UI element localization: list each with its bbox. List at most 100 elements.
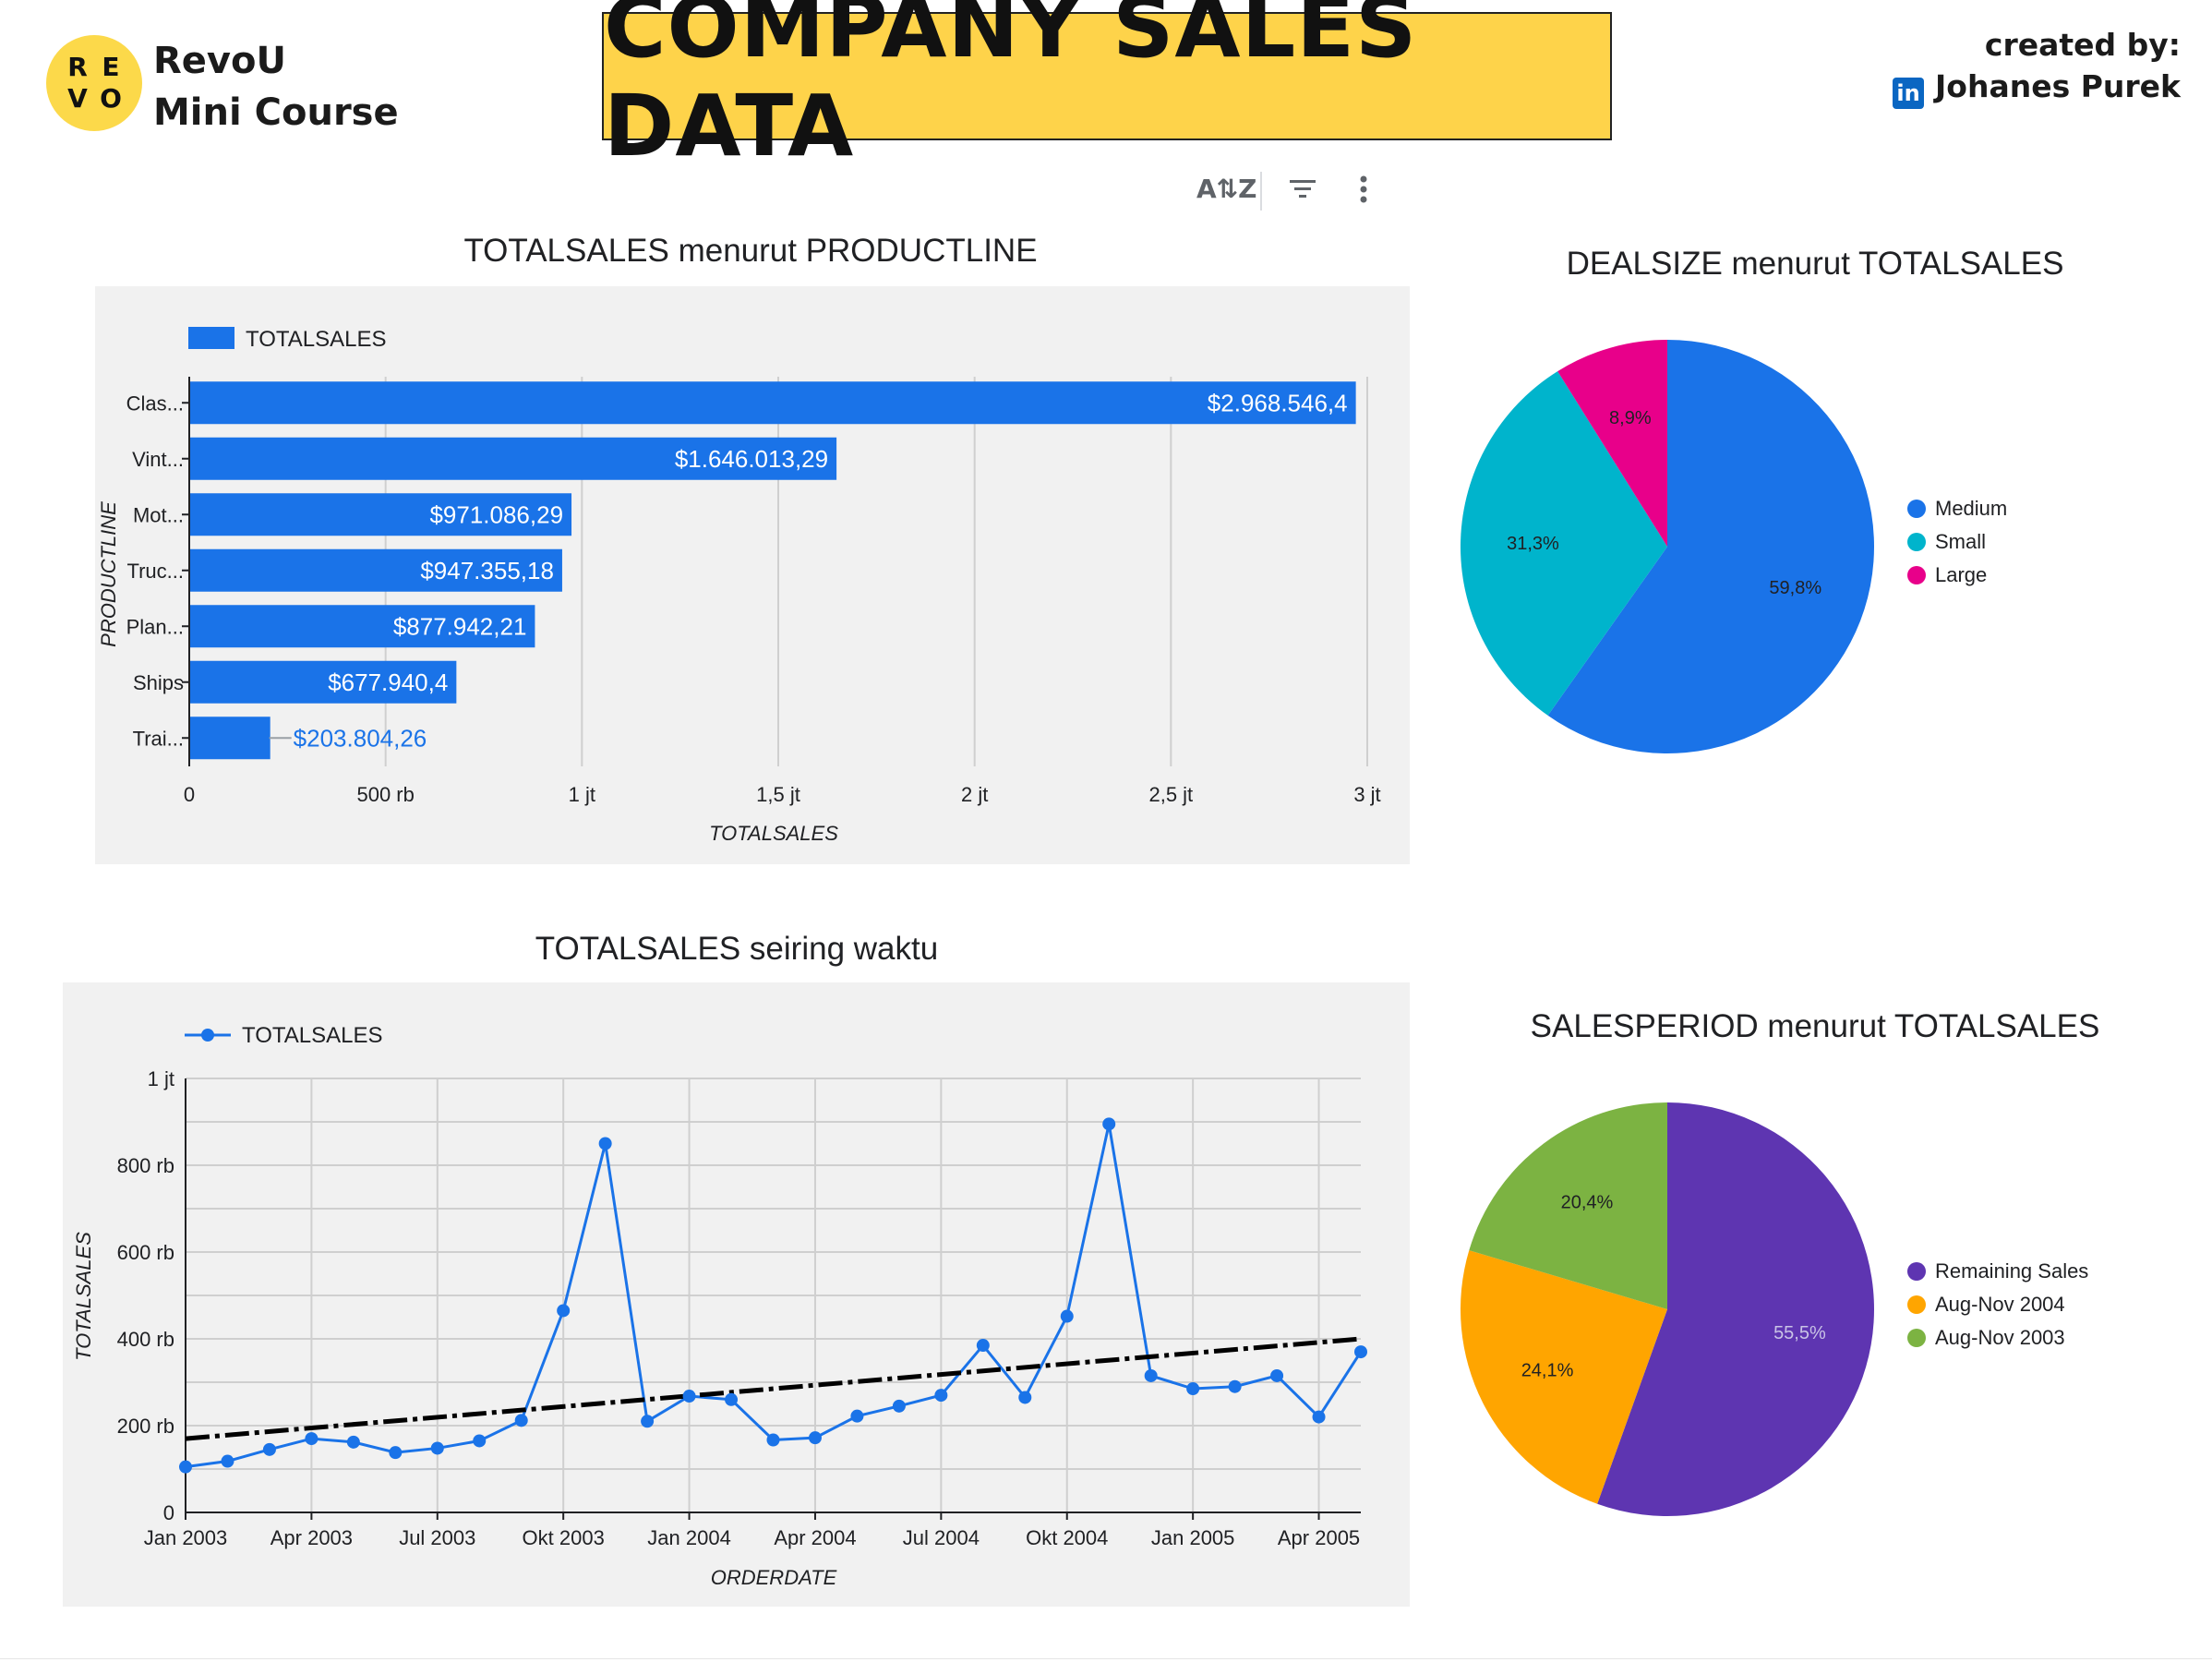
line-point[interactable] — [1228, 1379, 1242, 1393]
bar-category-label: Clas... — [126, 391, 184, 415]
pie-slice-label: 55,5% — [1773, 1323, 1826, 1343]
bar-x-tick-label: 1,5 jt — [756, 783, 800, 806]
revou-logo-letters: R E V O — [46, 35, 142, 131]
salesperiod-legend: Remaining Sales Aug-Nov 2004 Aug-Nov 2003 — [1907, 1259, 2203, 1370]
line-y-tick-label: 1 jt — [148, 1067, 174, 1090]
bar-value-label: $2.968.546,4 — [1208, 389, 1348, 416]
bar-chart-title: TOTALSALES menurut PRODUCTLINE — [463, 233, 1038, 269]
line-point[interactable] — [262, 1442, 276, 1456]
line-y-axis-title: TOTALSALES — [72, 1232, 95, 1361]
line-point[interactable] — [850, 1409, 864, 1423]
line-point[interactable] — [514, 1414, 528, 1427]
line-point[interactable] — [1270, 1368, 1284, 1382]
page-title-text: COMPANY SALES DATA — [604, 0, 1418, 175]
legend-swatch — [1907, 1262, 1926, 1281]
linkedin-icon[interactable]: in — [1893, 78, 1924, 109]
bar-chart-panel: 0 500 rb 1 jt 1,5 jt 2 jt 2,5 jt 3 jt TOTALSALE… — [95, 286, 1410, 864]
brand-line-2: Mini Course — [153, 91, 399, 134]
line-legend-label: TOTALSALES — [242, 1023, 383, 1048]
bar-legend-label: TOTALSALES — [246, 327, 387, 352]
logo-letter: O — [100, 83, 122, 114]
legend-label: Small — [1935, 530, 1987, 553]
line-point[interactable] — [934, 1389, 948, 1403]
pie-slice-label: 59,8% — [1769, 578, 1821, 598]
bar-x-tick-label: 1 jt — [569, 783, 595, 806]
bar-category-label: Vint... — [132, 448, 184, 471]
line-x-tick-label: Apr 2003 — [270, 1526, 353, 1549]
line-y-tick-label: 0 — [163, 1501, 174, 1524]
line-y-tick-label: 800 rb — [117, 1154, 174, 1177]
line-point[interactable] — [473, 1434, 487, 1448]
line-point[interactable] — [766, 1433, 780, 1447]
pie-slice-label: 31,3% — [1507, 534, 1559, 554]
legend-swatch — [1907, 500, 1926, 518]
line-point[interactable] — [179, 1460, 192, 1474]
pie-slice-label: 8,9% — [1609, 408, 1652, 428]
line-chart: 0 200 rb 400 rb 600 rb 800 rb 1 jt Jan 2003 Apr… — [72, 1023, 1367, 1589]
logo-letter: E — [102, 52, 120, 82]
trend-line — [185, 1336, 1362, 1441]
line-point[interactable] — [1018, 1391, 1032, 1404]
legend-item[interactable]: Aug-Nov 2003 — [1907, 1326, 2065, 1350]
bar-chart: 0 500 rb 1 jt 1,5 jt 2 jt 2,5 jt 3 jt TOTALSALE… — [97, 327, 1381, 845]
dealsize-legend: Medium Small Large — [1907, 497, 2184, 608]
logo-letter: V — [67, 83, 88, 114]
line-point[interactable] — [389, 1446, 403, 1460]
legend-item[interactable]: Small — [1907, 530, 1986, 554]
line-point[interactable] — [557, 1304, 571, 1318]
line-point[interactable] — [430, 1441, 444, 1455]
pie-slice-label: 20,4% — [1561, 1192, 1614, 1212]
sort-az-icon[interactable]: A⇅Z — [1196, 174, 1256, 204]
footer-divider — [0, 1658, 2212, 1659]
legend-swatch — [1907, 1329, 1926, 1347]
line-point[interactable] — [1060, 1309, 1074, 1323]
line-point[interactable] — [1312, 1410, 1326, 1424]
legend-item[interactable]: Medium — [1907, 497, 2007, 521]
line-x-tick-label: Jan 2004 — [647, 1526, 731, 1549]
line-point[interactable] — [682, 1390, 696, 1403]
brand-name: RevoU Mini Course — [153, 35, 399, 138]
line-point[interactable] — [1144, 1368, 1158, 1382]
bar[interactable] — [190, 381, 1356, 425]
bar-x-tick-label: 3 jt — [1353, 783, 1380, 806]
bar-category-label: Truc... — [126, 560, 184, 583]
bar-category-label: Plan... — [126, 615, 184, 638]
bar-value-label: $203.804,26 — [294, 724, 427, 752]
legend-item[interactable]: Aug-Nov 2004 — [1907, 1293, 2065, 1317]
bar-category-label: Mot... — [133, 503, 184, 526]
bar-category-label: Ships — [133, 671, 184, 694]
bar-x-tick-label: 2 jt — [961, 783, 988, 806]
filter-icon[interactable] — [1287, 174, 1318, 212]
line-x-tick-label: Okt 2004 — [1026, 1526, 1108, 1549]
line-x-tick-label: Jul 2003 — [399, 1526, 475, 1549]
line-point[interactable] — [976, 1339, 990, 1353]
line-point[interactable] — [808, 1431, 822, 1445]
line-point[interactable] — [641, 1415, 655, 1428]
filter-icon-glyph — [1290, 180, 1316, 198]
line-y-tick-label: 400 rb — [117, 1328, 174, 1351]
legend-label: Aug-Nov 2004 — [1935, 1293, 2065, 1316]
line-point[interactable] — [1186, 1382, 1200, 1396]
line-point[interactable] — [892, 1399, 906, 1413]
more-vert-icon-glyph — [1360, 175, 1367, 203]
more-vert-icon[interactable] — [1350, 174, 1377, 212]
line-x-tick-label: Jan 2005 — [1151, 1526, 1235, 1549]
bar-category-label: Trai... — [133, 727, 184, 750]
line-point[interactable] — [725, 1392, 739, 1406]
legend-item[interactable]: Large — [1907, 563, 1987, 587]
bar-legend-swatch — [188, 327, 234, 349]
line-point[interactable] — [1102, 1117, 1116, 1131]
line-point[interactable] — [346, 1435, 360, 1449]
line-legend-marker — [201, 1029, 214, 1042]
legend-swatch — [1907, 1295, 1926, 1314]
legend-item[interactable]: Remaining Sales — [1907, 1259, 2088, 1283]
bar[interactable] — [190, 717, 270, 760]
dealsize-pie-title: DEALSIZE menurut TOTALSALES — [1566, 246, 2064, 282]
bar-value-label: $877.942,21 — [393, 612, 527, 640]
line-point[interactable] — [598, 1137, 612, 1150]
line-point[interactable] — [305, 1432, 319, 1446]
pie-slice-label: 24,1% — [1521, 1361, 1574, 1381]
line-point[interactable] — [1354, 1345, 1367, 1359]
line-y-tick-label: 600 rb — [117, 1241, 174, 1264]
line-point[interactable] — [221, 1454, 234, 1468]
